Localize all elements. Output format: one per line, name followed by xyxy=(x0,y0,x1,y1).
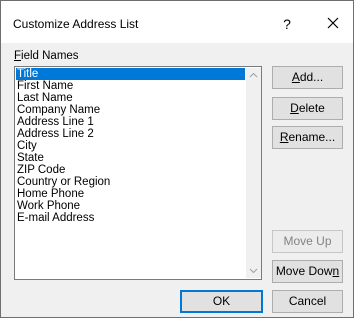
close-button[interactable] xyxy=(323,13,343,33)
list-item[interactable]: City xyxy=(16,140,245,152)
field-names-mnemonic: F xyxy=(14,50,22,62)
rename-label-rest: ename... xyxy=(288,130,336,144)
field-names-label: Field Names xyxy=(14,50,79,62)
title-bar: Customize Address List ? xyxy=(1,1,353,43)
list-item[interactable]: Last Name xyxy=(16,92,245,104)
customize-address-list-dialog: Customize Address List ? Field Names Tit… xyxy=(0,0,354,318)
listbox-scrollbar[interactable] xyxy=(246,68,261,278)
delete-button[interactable]: Delete xyxy=(272,97,343,120)
chevron-down-icon xyxy=(249,268,258,274)
window-title: Customize Address List xyxy=(13,17,139,31)
list-item[interactable]: Address Line 2 xyxy=(16,128,245,140)
move-down-label: Move Dow xyxy=(275,264,333,278)
field-names-label-rest: ield Names xyxy=(21,50,79,62)
help-button[interactable]: ? xyxy=(277,14,297,34)
cancel-button[interactable]: Cancel xyxy=(272,290,343,313)
list-item[interactable]: Address Line 1 xyxy=(16,116,245,128)
list-item[interactable]: Work Phone xyxy=(16,200,245,212)
chevron-up-icon xyxy=(249,72,258,78)
add-button[interactable]: Add... xyxy=(272,66,343,89)
list-item[interactable]: Country or Region xyxy=(16,176,245,188)
move-up-button[interactable]: Move Up xyxy=(272,230,343,253)
list-item[interactable]: Title xyxy=(16,68,245,80)
delete-label-rest: elete xyxy=(298,101,325,115)
rename-button[interactable]: Rename... xyxy=(272,126,343,149)
list-item[interactable]: E-mail Address xyxy=(16,212,245,224)
close-icon xyxy=(327,17,339,29)
list-item[interactable]: Home Phone xyxy=(16,188,245,200)
delete-mnemonic: D xyxy=(290,101,299,115)
move-down-mnemonic: n xyxy=(332,264,340,278)
field-names-listbox[interactable]: Title First Name Last Name Company Name Addr… xyxy=(14,66,262,280)
move-down-button[interactable]: Move Down xyxy=(272,260,343,283)
field-names-list: Title First Name Last Name Company Name Addr… xyxy=(16,68,245,224)
add-label-rest: dd... xyxy=(299,70,324,84)
scroll-up-button[interactable] xyxy=(246,68,261,83)
ok-button[interactable]: OK xyxy=(180,290,263,313)
scroll-down-button[interactable] xyxy=(246,263,261,278)
list-item[interactable]: Company Name xyxy=(16,104,245,116)
list-item[interactable]: ZIP Code xyxy=(16,164,245,176)
list-item[interactable]: First Name xyxy=(16,80,245,92)
add-mnemonic: A xyxy=(291,70,300,84)
list-item[interactable]: State xyxy=(16,152,245,164)
